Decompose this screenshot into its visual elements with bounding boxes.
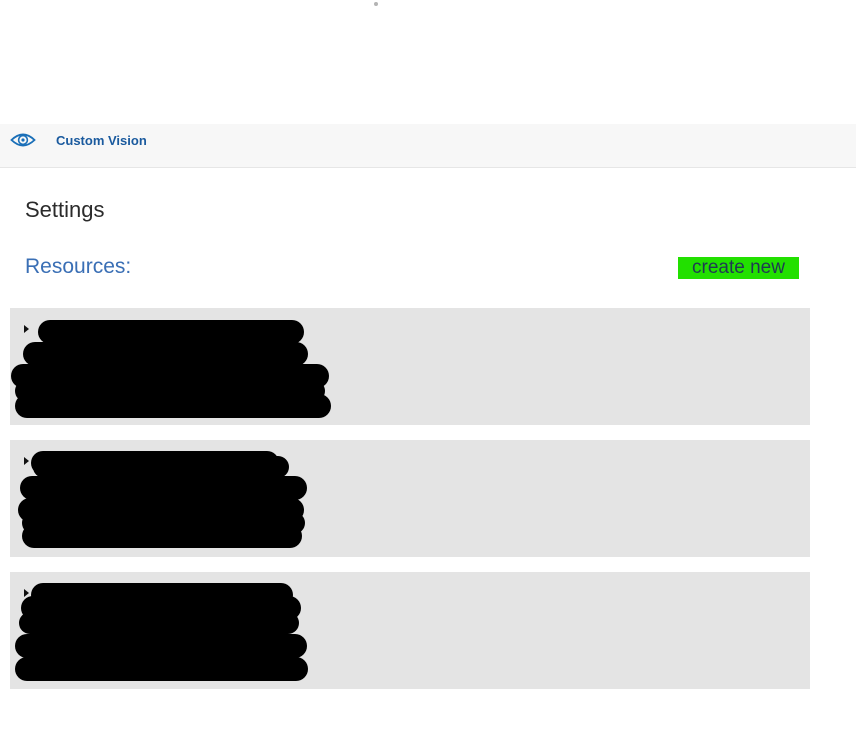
resource-panel-1[interactable]: [10, 308, 810, 425]
redacted-content: [20, 476, 307, 500]
app-name[interactable]: Custom Vision: [56, 133, 147, 148]
redacted-content: [15, 394, 331, 418]
page-title: Settings: [25, 197, 105, 222]
resource-panel-2[interactable]: [10, 440, 810, 557]
redacted-content: [23, 342, 308, 366]
eye-icon[interactable]: [10, 130, 36, 150]
top-indicator-dot: [374, 2, 378, 6]
redacted-content: [15, 634, 307, 658]
redacted-content: [22, 524, 302, 548]
redacted-content: [19, 612, 299, 634]
app-header: Custom Vision: [0, 124, 856, 168]
caret-right-icon[interactable]: [24, 457, 29, 465]
create-new-link[interactable]: create new: [678, 257, 799, 279]
resource-panel-3[interactable]: [10, 572, 810, 689]
redacted-content: [38, 320, 304, 344]
caret-right-icon[interactable]: [24, 325, 29, 333]
resources-header: Resources:: [25, 255, 132, 278]
redacted-content: [33, 456, 289, 478]
redacted-content: [15, 657, 308, 681]
